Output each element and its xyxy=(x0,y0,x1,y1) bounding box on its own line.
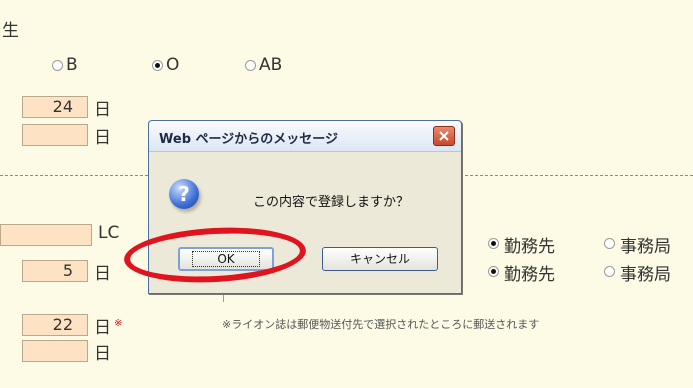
day-unit-3: 日 xyxy=(94,264,111,284)
close-icon xyxy=(439,131,449,141)
radio-dest2-office-label: 事務局 xyxy=(620,265,671,285)
lc-unit: LC xyxy=(98,223,120,243)
dialog-titlebar[interactable]: Web ページからのメッセージ xyxy=(149,121,461,152)
day-unit-5: 日 xyxy=(94,344,111,364)
dialog-title: Web ページからのメッセージ xyxy=(159,132,339,147)
radio-dest1-office-label: 事務局 xyxy=(620,237,671,257)
day-field-3[interactable]: 5 xyxy=(22,260,88,282)
radio-blood-o[interactable] xyxy=(152,60,163,71)
cancel-button[interactable]: キャンセル xyxy=(322,247,438,271)
dialog-close-button[interactable] xyxy=(433,126,455,146)
day-field-1[interactable]: 24 xyxy=(22,96,88,118)
radio-dest2-workplace-label: 勤務先 xyxy=(504,265,555,285)
radio-dest1-workplace-label: 勤務先 xyxy=(504,237,555,257)
radio-dest1-workplace[interactable] xyxy=(488,238,499,249)
radio-blood-ab-label: AB xyxy=(259,55,283,75)
radio-dest2-office[interactable] xyxy=(604,266,615,277)
dialog-message: この内容で登録しますか？ xyxy=(253,195,410,210)
radio-blood-b[interactable] xyxy=(52,60,63,71)
day-unit-2: 日 xyxy=(94,128,111,148)
radio-blood-o-label: O xyxy=(166,55,180,75)
radio-dest1-office[interactable] xyxy=(604,238,615,249)
radio-blood-b-label: B xyxy=(66,55,78,75)
mailing-notice: ※ライオン誌は郵便物送付先で選択されたところに郵送されます xyxy=(222,318,540,331)
required-mark: ※ xyxy=(114,318,123,329)
day-field-5[interactable] xyxy=(22,340,88,362)
day-unit-4: 日 xyxy=(94,318,111,338)
radio-dest2-workplace[interactable] xyxy=(488,266,499,277)
question-icon: ? xyxy=(169,179,199,209)
day-field-2[interactable] xyxy=(22,124,88,146)
day-unit-1: 日 xyxy=(94,100,111,120)
day-field-4[interactable]: 22 xyxy=(22,314,88,336)
partial-label: 生 xyxy=(2,21,19,41)
lc-field[interactable] xyxy=(0,224,92,246)
radio-blood-ab[interactable] xyxy=(245,60,256,71)
